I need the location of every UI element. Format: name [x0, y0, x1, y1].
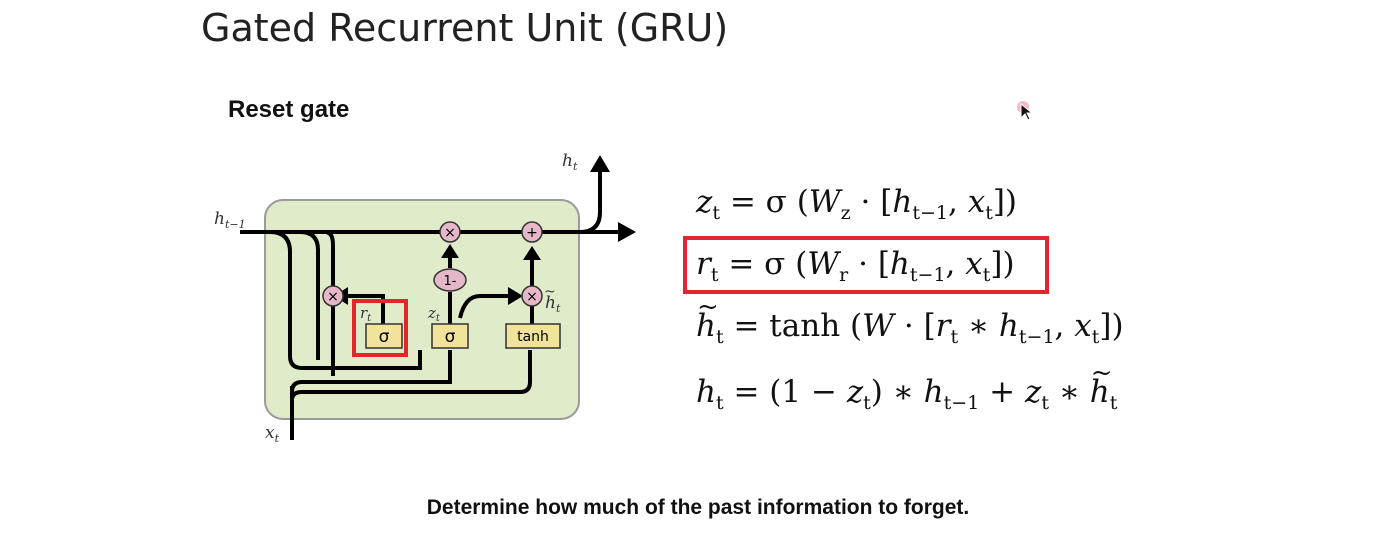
update-gate-sigma: σ [431, 323, 469, 349]
reset-equation-highlight [683, 236, 1049, 294]
svg-text:σ: σ [445, 327, 456, 347]
update-gate-equation: zt = σ (Wz · [ht−1, xt]) [696, 184, 1018, 224]
svg-text:×: × [444, 225, 456, 241]
svg-text:×: × [526, 289, 538, 305]
reset-gate-sigma: σ [365, 323, 403, 349]
output-up-line [579, 170, 602, 234]
svg-text:×: × [327, 289, 339, 305]
svg-text:σ: σ [379, 327, 390, 347]
top-multiply-op: × [439, 221, 461, 243]
svg-text:+: + [526, 225, 538, 241]
input-label: xt [265, 423, 280, 445]
candidate-multiply-op: × [521, 285, 543, 307]
hidden-in-label: ht−1 [214, 209, 246, 231]
hidden-out-label: ht [562, 151, 578, 173]
candidate-equation: ht = tanh (W · [rt ∗ ht−1, xt]) [696, 292, 1124, 347]
candidate-tilde: ~ [544, 284, 556, 300]
svg-text:1-: 1- [444, 274, 457, 289]
mouse-pointer-icon [1017, 101, 1034, 121]
svg-text:tanh: tanh [517, 329, 549, 345]
slide-caption: Determine how much of the past informati… [426, 496, 970, 519]
output-up-arrowhead [590, 155, 610, 172]
hidden-state-arrowhead [618, 222, 636, 242]
candidate-tanh-gate: tanh [505, 323, 561, 349]
one-minus-op: 1- [433, 268, 467, 292]
hidden-state-equation: ht = (1 − zt) ∗ ht−1 + zt ∗ ht [696, 358, 1117, 413]
reset-multiply-op: × [322, 285, 344, 307]
top-add-op: + [521, 221, 543, 243]
